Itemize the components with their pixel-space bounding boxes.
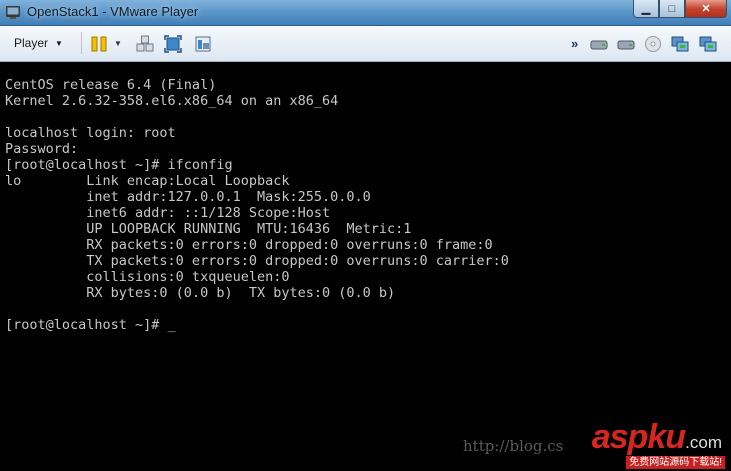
console-line: Password:	[5, 141, 79, 157]
network-adapter-2-icon[interactable]	[699, 35, 717, 53]
window-controls: ▁ □ ✕	[633, 0, 727, 18]
chevron-down-icon: ▼	[55, 38, 63, 48]
pause-dropdown-icon[interactable]: ▼	[114, 39, 122, 48]
watermark: http://blog.cs aspku .com 免费网站源码下载站!	[463, 418, 725, 469]
console-line: RX packets:0 errors:0 dropped:0 overruns…	[5, 237, 493, 253]
window-title: OpenStack1 - VMware Player	[27, 4, 199, 19]
close-icon: ✕	[701, 3, 711, 15]
close-button[interactable]: ✕	[685, 0, 727, 18]
console-cursor: _	[167, 317, 176, 333]
watermark-slogan: 免费网站源码下载站!	[626, 456, 725, 469]
hard-disk-2-icon[interactable]	[617, 35, 635, 53]
title-bar[interactable]: OpenStack1 - VMware Player ▁ □ ✕	[0, 0, 731, 26]
minimize-button[interactable]: ▁	[633, 0, 659, 18]
toolbar-divider	[81, 32, 82, 54]
player-menu-button[interactable]: Player ▼	[7, 32, 73, 54]
toolbar: Player ▼ ▼ »	[0, 26, 731, 62]
console-line: RX bytes:0 (0.0 b) TX bytes:0 (0.0 b)	[5, 285, 396, 301]
console-line: inet6 addr: ::1/128 Scope:Host	[5, 205, 331, 221]
console-line: collisions:0 txqueuelen:0	[5, 269, 290, 285]
maximize-icon: □	[668, 2, 676, 15]
console-line: inet addr:127.0.0.1 Mask:255.0.0.0	[5, 189, 371, 205]
pause-icon[interactable]	[90, 35, 108, 53]
unity-icon[interactable]	[194, 35, 212, 53]
vm-console[interactable]: CentOS release 6.4 (Final) Kernel 2.6.32-…	[0, 62, 731, 471]
maximize-button[interactable]: □	[659, 0, 685, 18]
console-line: TX packets:0 errors:0 dropped:0 overruns…	[5, 253, 509, 269]
cd-dvd-icon[interactable]	[644, 35, 662, 53]
more-icon[interactable]: »	[571, 36, 578, 51]
console-line: UP LOOPBACK RUNNING MTU:16436 Metric:1	[5, 221, 412, 237]
watermark-domain: .com	[685, 433, 722, 452]
watermark-url: http://blog.cs	[463, 437, 564, 455]
console-line: CentOS release 6.4 (Final)	[5, 77, 217, 93]
watermark-brand: aspku	[591, 418, 686, 456]
console-line: Kernel 2.6.32-358.el6.x86_64 on an x86_6…	[5, 93, 339, 109]
vmware-player-icon	[6, 6, 20, 19]
console-prompt: [root@localhost ~]#	[5, 317, 168, 333]
console-line: [root@localhost ~]# ifconfig	[5, 157, 233, 173]
console-prompt-line: [root@localhost ~]# _	[5, 317, 509, 333]
hard-disk-icon[interactable]	[590, 35, 608, 53]
fullscreen-icon[interactable]	[164, 35, 182, 53]
console-line: lo Link encap:Local Loopback	[5, 173, 290, 189]
console-line: localhost login: root	[5, 125, 176, 141]
minimize-icon: ▁	[641, 3, 651, 15]
network-adapter-icon[interactable]	[671, 35, 689, 53]
send-ctrl-alt-del-icon[interactable]	[136, 35, 154, 53]
console-output: CentOS release 6.4 (Final) Kernel 2.6.32-…	[5, 77, 509, 333]
player-menu-label: Player	[14, 36, 49, 50]
